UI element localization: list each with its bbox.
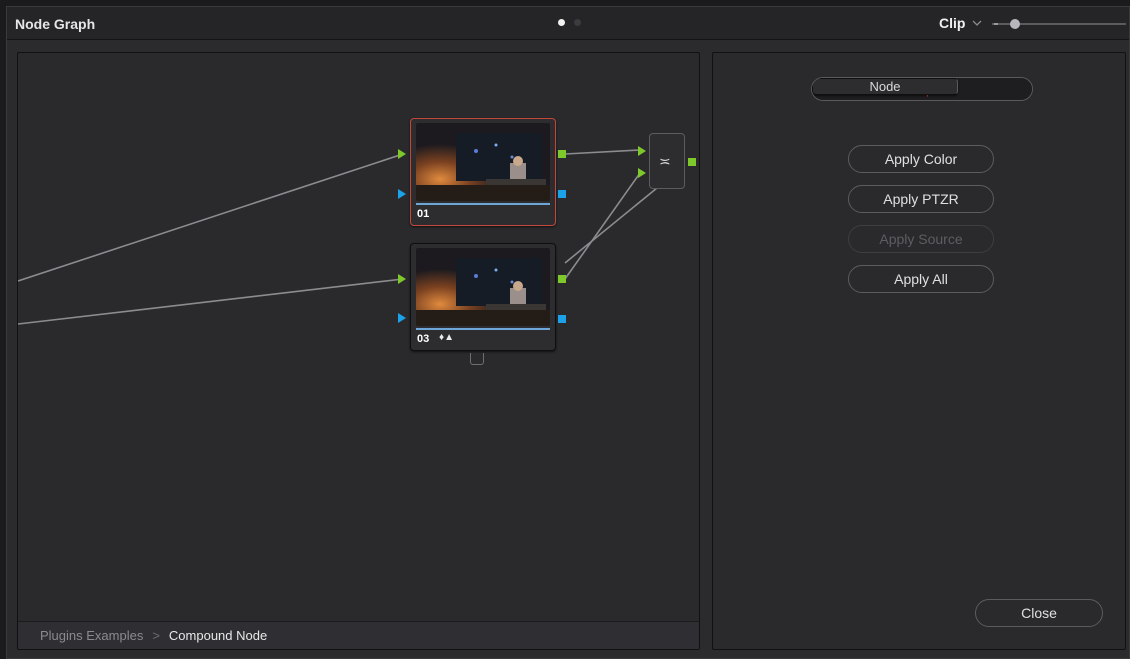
header-bar: Node Graph Clip: [7, 7, 1129, 40]
node-03-thumbnail: [416, 248, 550, 326]
node-03-expand-tab[interactable]: [470, 353, 484, 365]
page-indicator[interactable]: [558, 19, 581, 26]
mode-dropdown-label: Clip: [939, 15, 966, 31]
apply-source-button: Apply Source: [848, 225, 994, 253]
tab-node[interactable]: Node: [812, 78, 958, 95]
node-03-output-green[interactable]: [558, 275, 566, 283]
breadcrumb-separator: >: [152, 628, 160, 643]
node-01-output-blue[interactable]: [558, 190, 566, 198]
mixer-output-green[interactable]: [688, 158, 696, 166]
node-01-output-green[interactable]: [558, 150, 566, 158]
corrector-node-03[interactable]: 03 ♦▲: [410, 243, 566, 351]
node-01-cache-bar: [416, 203, 550, 205]
breadcrumb: Plugins Examples > Compound Node: [18, 621, 699, 649]
node-01-label: 01: [417, 208, 430, 220]
mixer-node[interactable]: ≍: [649, 133, 696, 189]
node-clip-toggle[interactable]: Node Clip: [811, 77, 1033, 101]
apply-panel: Node Clip Apply Color Apply PTZR Apply S…: [712, 52, 1126, 650]
page-dot-active[interactable]: [558, 19, 565, 26]
page-dot-inactive[interactable]: [574, 19, 581, 26]
corrector-node-01[interactable]: 01: [410, 118, 566, 226]
close-button[interactable]: Close: [975, 599, 1103, 627]
node-graph-canvas[interactable]: 01 03 ♦▲ ≍ Plugins Examples > Compound N…: [17, 52, 700, 650]
node-03-status-icons: ♦▲: [439, 332, 454, 343]
apply-ptzr-button[interactable]: Apply PTZR: [848, 185, 994, 213]
zoom-slider-min-mark: [994, 23, 998, 25]
chevron-down-icon: [972, 20, 982, 26]
mode-dropdown[interactable]: Clip: [939, 15, 983, 31]
node-03-label: 03: [417, 333, 430, 345]
mixer-icon: ≍: [659, 153, 671, 169]
zoom-slider[interactable]: [992, 17, 1126, 31]
apply-all-button[interactable]: Apply All: [848, 265, 994, 293]
node-01-thumbnail: [416, 123, 550, 201]
connection-wires: [18, 146, 658, 325]
panel-title: Node Graph: [15, 16, 96, 32]
node-03-cache-bar: [416, 328, 550, 330]
breadcrumb-parent-link[interactable]: Plugins Examples: [40, 628, 143, 643]
node-03-output-blue[interactable]: [558, 315, 566, 323]
zoom-slider-handle[interactable]: [1010, 19, 1020, 29]
node-graph-window: Node Graph Clip 01 03 ♦▲ ≍ Plugins Examp…: [6, 6, 1130, 659]
apply-color-button[interactable]: Apply Color: [848, 145, 994, 173]
breadcrumb-current: Compound Node: [168, 628, 268, 643]
